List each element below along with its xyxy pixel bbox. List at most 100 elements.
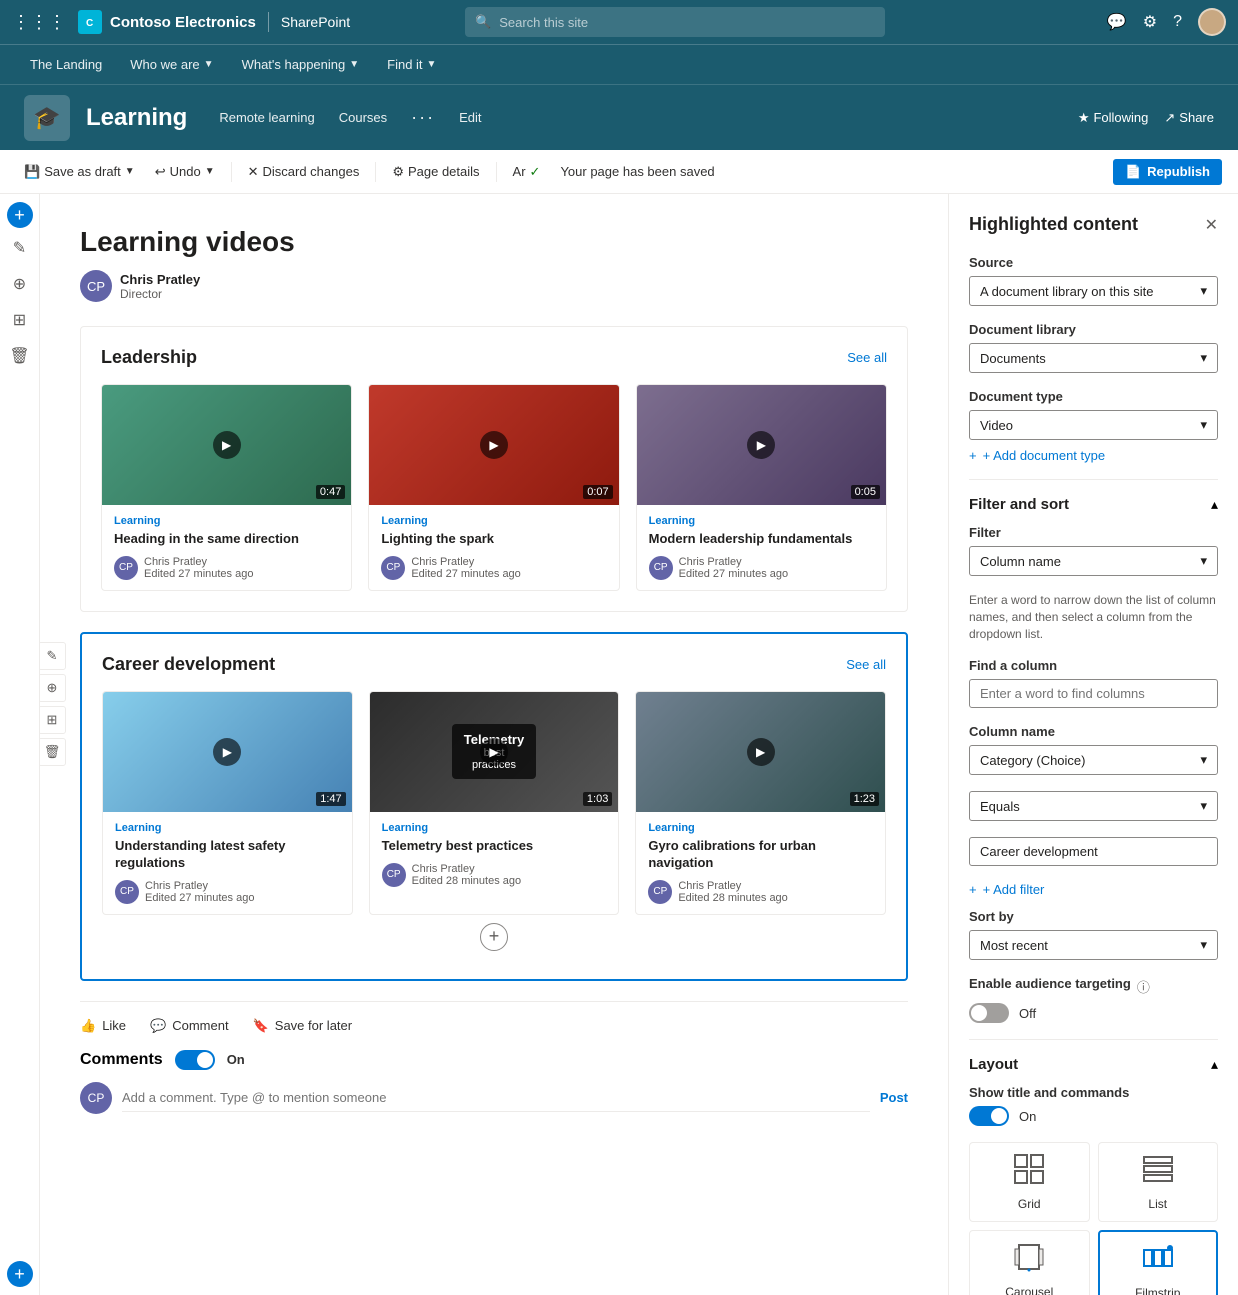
sort-by-row: Sort by Most recent ▾	[969, 909, 1218, 960]
video-edited-time: Edited 27 minutes ago	[144, 568, 253, 580]
grid-label: Grid	[1018, 1197, 1041, 1211]
search-placeholder: Search this site	[499, 15, 588, 30]
filter-dropdown[interactable]: Column name ▾	[969, 546, 1218, 576]
page-link-more[interactable]: ···	[411, 107, 435, 128]
layout-option-carousel[interactable]: Carousel	[969, 1230, 1090, 1295]
share-button[interactable]: ↗ Share	[1164, 110, 1214, 126]
author-info: Chris Pratley Director	[120, 272, 200, 301]
move-section-button[interactable]: ⊕	[40, 674, 66, 702]
save-for-later-button[interactable]: 🔖 Save for later	[253, 1018, 353, 1034]
chevron-down-icon: ▾	[1200, 937, 1207, 953]
video-duration: 0:47	[316, 485, 345, 499]
brand-logo-area: C Contoso Electronics	[78, 10, 256, 34]
post-button[interactable]: Post	[880, 1090, 908, 1105]
main-layout: + ✎ ⊕ ⊞ 🗑 + Learning videos CP Chris Pra…	[0, 194, 1238, 1295]
copy-section-button[interactable]: ⊞	[40, 706, 66, 734]
find-column-input[interactable]	[969, 679, 1218, 708]
layout-header[interactable]: Layout ▴	[969, 1056, 1218, 1073]
delete-section-button[interactable]: 🗑	[40, 738, 66, 766]
add-webpart-icon[interactable]: ⊕	[4, 268, 36, 300]
equals-dropdown[interactable]: Equals ▾	[969, 791, 1218, 821]
edit-section-button[interactable]: ✎	[40, 642, 66, 670]
app-launcher-icon[interactable]: ⋮⋮⋮	[12, 12, 66, 33]
notification-icon[interactable]: 💬	[1107, 12, 1127, 32]
column-name-dropdown[interactable]: Category (Choice) ▾	[969, 745, 1218, 775]
search-icon: 🔍	[475, 14, 491, 30]
edit-section-icon[interactable]: ✎	[4, 232, 36, 264]
video-card: ▶ 0:07 Learning Lighting the spark CP Ch…	[368, 384, 619, 591]
play-button[interactable]: ▶	[213, 738, 241, 766]
video-tag: Learning	[382, 822, 607, 834]
brand-logo-icon: C	[78, 10, 102, 34]
chevron-down-icon: ▾	[1200, 417, 1207, 433]
help-icon[interactable]: ?	[1173, 13, 1182, 31]
following-button[interactable]: ★ Following	[1078, 110, 1149, 126]
layout-option-grid[interactable]: Grid	[969, 1142, 1090, 1222]
filter-sort-header[interactable]: Filter and sort ▴	[969, 496, 1218, 513]
commenter-avatar: CP	[80, 1082, 112, 1114]
add-section-top-button[interactable]: +	[7, 202, 33, 228]
like-button[interactable]: 👍 Like	[80, 1018, 126, 1034]
filter-value-input[interactable]	[969, 837, 1218, 866]
page-link-remote[interactable]: Remote learning	[219, 110, 314, 125]
comments-toggle[interactable]	[175, 1050, 215, 1070]
see-all-career[interactable]: See all	[846, 657, 886, 672]
discard-changes-button[interactable]: ✕ Discard changes	[240, 160, 368, 184]
layout-option-list[interactable]: List	[1098, 1142, 1219, 1222]
close-panel-button[interactable]: ✕	[1205, 215, 1218, 235]
avatar[interactable]	[1198, 8, 1226, 36]
plus-icon: +	[969, 882, 977, 897]
equals-row: Equals ▾	[969, 791, 1218, 821]
play-button[interactable]: ▶	[747, 431, 775, 459]
video-author-row: CP Chris Pratley Edited 27 minutes ago	[649, 556, 874, 580]
play-button[interactable]: ▶	[213, 431, 241, 459]
page-link-courses[interactable]: Courses	[339, 110, 387, 125]
play-button[interactable]: ▶	[480, 738, 508, 766]
video-author-info: Chris Pratley Edited 28 minutes ago	[412, 863, 521, 887]
settings-icon[interactable]: ⚙	[1143, 12, 1157, 32]
page-details-button[interactable]: ⚙ Page details	[384, 160, 487, 184]
add-filter-link[interactable]: + + Add filter	[969, 882, 1218, 897]
document-library-dropdown[interactable]: Documents ▾	[969, 343, 1218, 373]
dropdown-arrow: ▼	[205, 166, 215, 177]
republish-button[interactable]: 📄 Republish	[1113, 159, 1222, 185]
chevron-up-icon: ▴	[1211, 496, 1218, 513]
show-title-toggle-row: On	[969, 1106, 1218, 1126]
video-duration: 1:23	[850, 792, 879, 806]
document-type-dropdown[interactable]: Video ▾	[969, 410, 1218, 440]
add-row-button[interactable]: +	[480, 923, 508, 951]
carousel-label: Carousel	[1005, 1285, 1053, 1295]
save-as-draft-button[interactable]: 💾 Save as draft ▼	[16, 160, 143, 184]
layout-option-filmstrip[interactable]: Filmstrip	[1098, 1230, 1219, 1295]
undo-button[interactable]: ↩ Undo ▼	[147, 160, 223, 184]
page-link-edit[interactable]: Edit	[459, 110, 481, 125]
add-section-bottom-button[interactable]: +	[7, 1261, 33, 1287]
nav-item-who[interactable]: Who we are ▼	[116, 45, 227, 85]
play-button[interactable]: ▶	[480, 431, 508, 459]
search-box[interactable]: 🔍 Search this site	[465, 7, 885, 37]
audience-targeting-toggle[interactable]	[969, 1003, 1009, 1023]
add-document-type-link[interactable]: + + Add document type	[969, 448, 1218, 463]
list-label: List	[1148, 1197, 1167, 1211]
delete-section-icon[interactable]: 🗑	[4, 340, 36, 372]
video-duration: 0:05	[851, 485, 880, 499]
source-dropdown[interactable]: A document library on this site ▾	[969, 276, 1218, 306]
nav-item-landing[interactable]: The Landing	[16, 45, 116, 85]
video-duration: 0:07	[583, 485, 612, 499]
show-title-toggle[interactable]	[969, 1106, 1009, 1126]
comment-icon: 💬	[150, 1018, 166, 1034]
comment-input[interactable]	[122, 1084, 870, 1112]
nav-item-findit[interactable]: Find it ▼	[373, 45, 450, 85]
video-author-row: CP Chris Pratley Edited 27 minutes ago	[381, 556, 606, 580]
nav-item-happening[interactable]: What's happening ▼	[228, 45, 374, 85]
copy-section-icon[interactable]: ⊞	[4, 304, 36, 336]
see-all-leadership[interactable]: See all	[847, 350, 887, 365]
plus-icon: +	[969, 448, 977, 463]
sort-by-dropdown[interactable]: Most recent ▾	[969, 930, 1218, 960]
comment-button[interactable]: 💬 Comment	[150, 1018, 229, 1034]
play-button[interactable]: ▶	[747, 738, 775, 766]
layout-title: Layout	[969, 1056, 1018, 1073]
accessibility-button[interactable]: Ar ✓	[505, 160, 549, 184]
video-thumbnail: ▶ 1:47	[103, 692, 352, 812]
author-name: Chris Pratley	[120, 272, 200, 287]
